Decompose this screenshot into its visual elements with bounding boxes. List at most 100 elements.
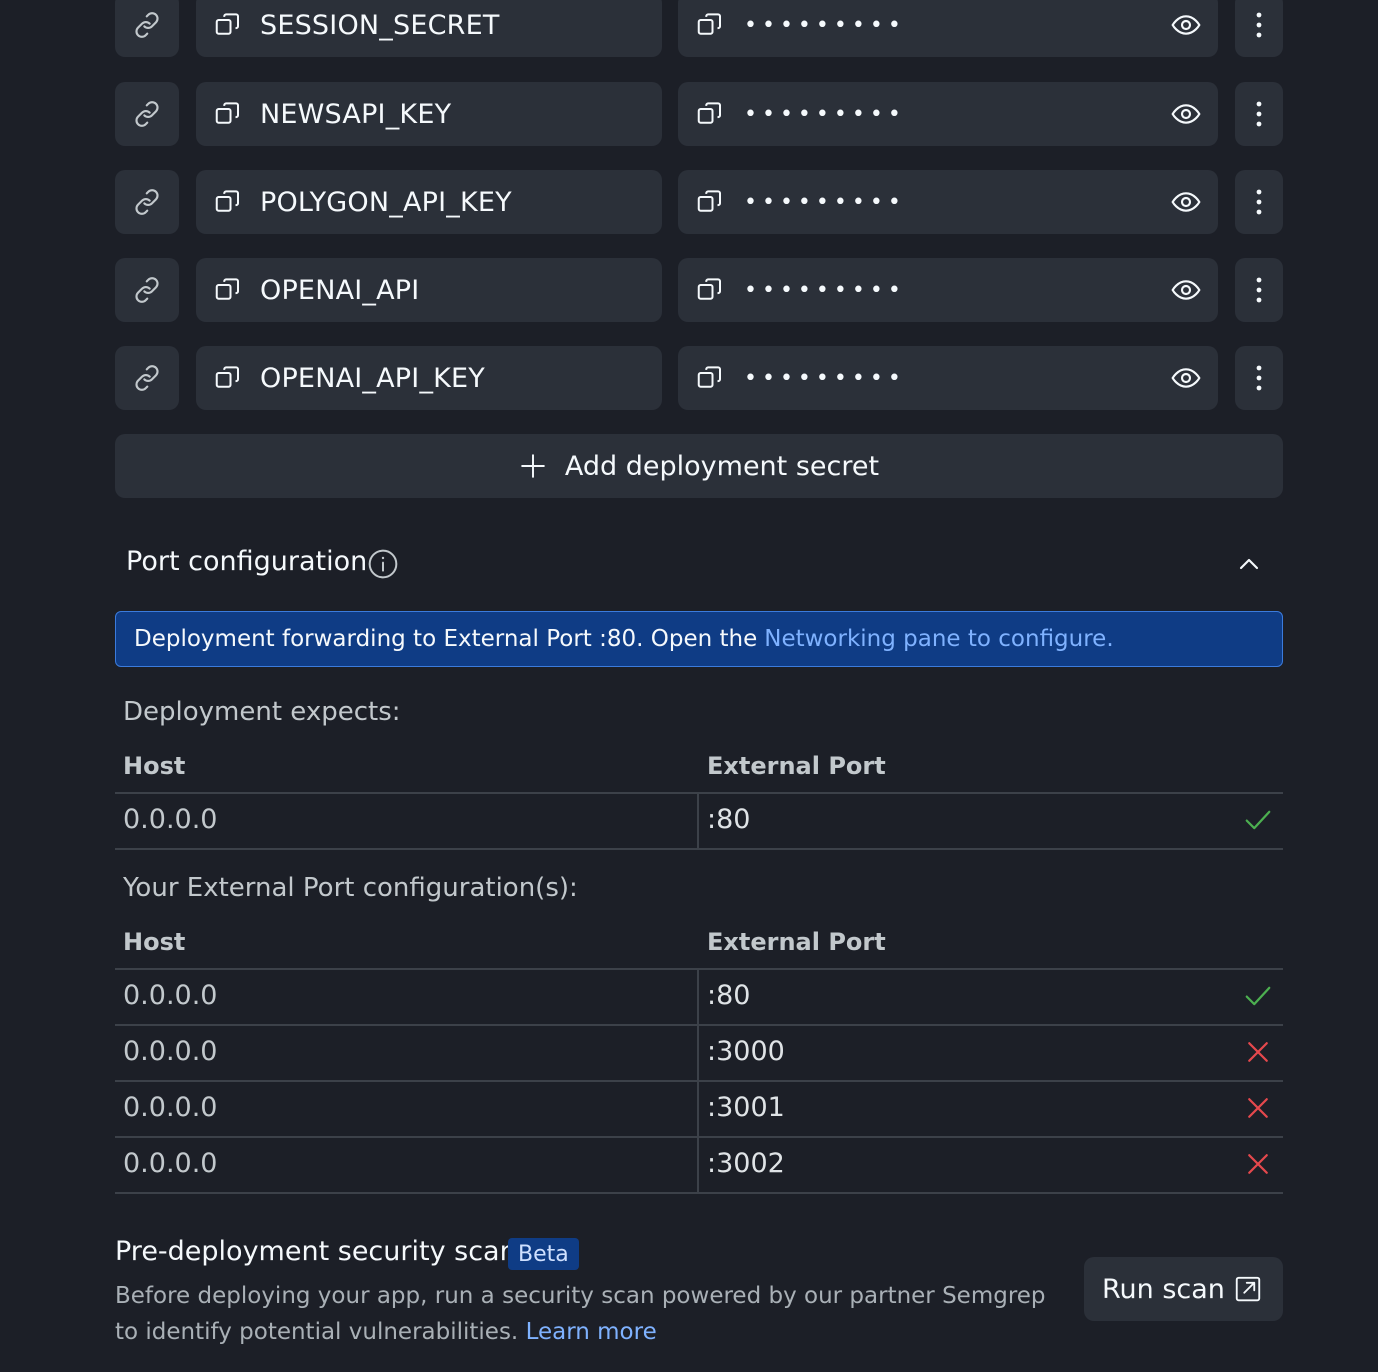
host-cell: 0.0.0.0: [123, 1092, 218, 1123]
link-icon: [135, 101, 159, 127]
column-divider: [697, 1026, 699, 1080]
info-icon[interactable]: [367, 548, 399, 580]
secret-key-label: OPENAI_API: [260, 274, 420, 306]
secret-row: POLYGON_API_KEY •••••••••: [115, 170, 1283, 234]
more-vertical-icon: [1256, 189, 1262, 215]
port-cell: :80: [707, 804, 751, 835]
table-row: 0.0.0.0 :3002: [115, 1136, 1283, 1194]
run-scan-button[interactable]: Run scan: [1084, 1257, 1283, 1321]
copy-icon[interactable]: [694, 9, 726, 41]
host-cell: 0.0.0.0: [123, 980, 218, 1011]
link-icon: [135, 189, 159, 215]
learn-more-link[interactable]: Learn more: [526, 1319, 657, 1345]
secret-value-mask: •••••••••: [744, 12, 906, 38]
secret-key-field[interactable]: OPENAI_API: [196, 258, 662, 322]
external-port-column-header: External Port: [707, 928, 886, 956]
secret-value-field[interactable]: •••••••••: [678, 0, 1218, 57]
link-button[interactable]: [115, 0, 179, 57]
deployment-settings-page: SESSION_SECRET ••••••••• NEWSAPI_KEY •••…: [0, 0, 1378, 1372]
eye-icon[interactable]: [1170, 274, 1202, 306]
port-cell: :3001: [707, 1092, 785, 1123]
add-deployment-secret-button[interactable]: Add deployment secret: [115, 434, 1283, 498]
table-header: Host External Port: [115, 928, 1283, 968]
host-column-header: Host: [123, 928, 186, 956]
secret-value-mask: •••••••••: [744, 189, 906, 215]
copy-icon[interactable]: [694, 98, 726, 130]
secret-key-field[interactable]: SESSION_SECRET: [196, 0, 662, 57]
secret-key-field[interactable]: NEWSAPI_KEY: [196, 82, 662, 146]
link-icon: [135, 365, 159, 391]
secret-row: OPENAI_API_KEY •••••••••: [115, 346, 1283, 410]
link-icon: [135, 12, 159, 38]
copy-icon[interactable]: [212, 186, 244, 218]
secret-key-label: POLYGON_API_KEY: [260, 186, 512, 218]
security-scan-title: Pre-deployment security scan: [115, 1236, 517, 1267]
column-divider: [697, 1138, 699, 1192]
secret-value-mask: •••••••••: [744, 277, 906, 303]
secret-key-label: SESSION_SECRET: [260, 9, 500, 41]
column-divider: [697, 970, 699, 1024]
column-divider: [697, 794, 699, 848]
more-options-button[interactable]: [1235, 346, 1283, 410]
eye-icon[interactable]: [1170, 98, 1202, 130]
port-cell: :80: [707, 980, 751, 1011]
table-row: 0.0.0.0 :3000: [115, 1024, 1283, 1080]
secret-key-field[interactable]: POLYGON_API_KEY: [196, 170, 662, 234]
port-cell: :3000: [707, 1036, 785, 1067]
secret-value-field[interactable]: •••••••••: [678, 258, 1218, 322]
plus-icon: [519, 452, 547, 480]
chevron-up-icon[interactable]: [1233, 548, 1265, 580]
table-header: Host External Port: [115, 752, 1283, 792]
secret-value-field[interactable]: •••••••••: [678, 346, 1218, 410]
port-configuration-header[interactable]: Port configuration: [115, 536, 1283, 592]
secret-value-field[interactable]: •••••••••: [678, 82, 1218, 146]
x-icon: [1248, 1098, 1268, 1118]
eye-icon[interactable]: [1170, 9, 1202, 41]
host-cell: 0.0.0.0: [123, 1036, 218, 1067]
column-divider: [697, 1082, 699, 1136]
table-row: 0.0.0.0 :3001: [115, 1080, 1283, 1136]
link-button[interactable]: [115, 170, 179, 234]
run-scan-label: Run scan: [1102, 1273, 1225, 1305]
copy-icon[interactable]: [212, 9, 244, 41]
secret-value-field[interactable]: •••••••••: [678, 170, 1218, 234]
banner-text: Deployment forwarding to External Port :…: [134, 626, 758, 652]
deployment-expects-table: Host External Port 0.0.0.0 :80: [115, 752, 1283, 850]
table-row: 0.0.0.0 :80: [115, 968, 1283, 1024]
link-button[interactable]: [115, 82, 179, 146]
copy-icon[interactable]: [212, 98, 244, 130]
your-port-configurations-label: Your External Port configuration(s):: [123, 873, 578, 903]
more-options-button[interactable]: [1235, 170, 1283, 234]
copy-icon[interactable]: [694, 274, 726, 306]
copy-icon[interactable]: [212, 362, 244, 394]
check-icon: [1245, 810, 1271, 830]
secret-value-mask: •••••••••: [744, 365, 906, 391]
port-forwarding-banner: Deployment forwarding to External Port :…: [115, 611, 1283, 667]
networking-pane-link[interactable]: Networking pane to configure.: [764, 626, 1113, 652]
secret-value-mask: •••••••••: [744, 101, 906, 127]
your-port-configurations-table: Host External Port 0.0.0.0 :80 0.0.0.0 :…: [115, 928, 1283, 1194]
more-options-button[interactable]: [1235, 258, 1283, 322]
link-button[interactable]: [115, 346, 179, 410]
secret-key-label: NEWSAPI_KEY: [260, 98, 452, 130]
external-port-column-header: External Port: [707, 752, 886, 780]
add-deployment-secret-label: Add deployment secret: [564, 450, 880, 482]
host-column-header: Host: [123, 752, 186, 780]
host-cell: 0.0.0.0: [123, 1148, 218, 1179]
copy-icon[interactable]: [694, 362, 726, 394]
more-options-button[interactable]: [1235, 82, 1283, 146]
copy-icon[interactable]: [212, 274, 244, 306]
link-button[interactable]: [115, 258, 179, 322]
x-icon: [1248, 1154, 1268, 1174]
link-icon: [135, 277, 159, 303]
eye-icon[interactable]: [1170, 186, 1202, 218]
more-vertical-icon: [1256, 12, 1262, 38]
external-link-icon: [1235, 1276, 1261, 1302]
secret-key-label: OPENAI_API_KEY: [260, 362, 485, 394]
port-cell: :3002: [707, 1148, 785, 1179]
secret-key-field[interactable]: OPENAI_API_KEY: [196, 346, 662, 410]
more-options-button[interactable]: [1235, 0, 1283, 57]
host-cell: 0.0.0.0: [123, 804, 218, 835]
eye-icon[interactable]: [1170, 362, 1202, 394]
copy-icon[interactable]: [694, 186, 726, 218]
